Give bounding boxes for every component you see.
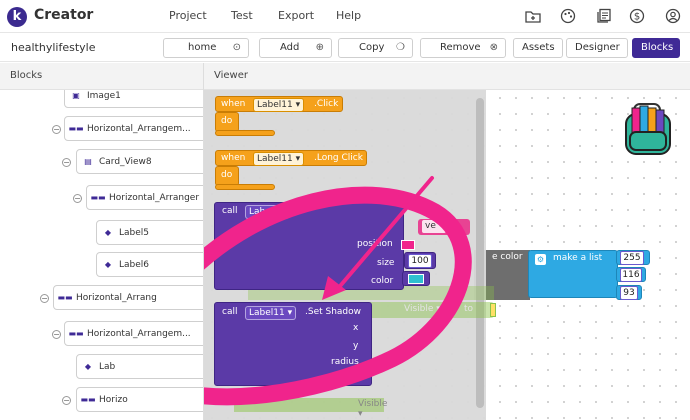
horizontal-arrangement-icon: ▬▬ [80,395,96,404]
copy-icon: ❍ [396,42,405,53]
menu-export[interactable]: Export [278,9,314,22]
blocks-workspace[interactable]: e color ⚙ make a list 255 116 93 Visible… [204,90,690,420]
svg-text:$: $ [634,12,640,23]
label-icon: ◆ [84,362,92,371]
screen-name: home [188,42,217,53]
image-icon: ▣ [72,91,80,100]
folder-plus-icon[interactable] [525,8,541,24]
label-icon: ◆ [104,260,112,269]
panel-header-bar [0,63,690,90]
tree-item-horizo[interactable]: ▬▬ Horizo [76,387,203,412]
tree-item-label5[interactable]: ◆ Label5 [96,220,203,245]
menu-project[interactable]: Project [169,9,207,22]
remove-circle-icon: ⊗ [489,42,498,53]
copy-screen-button[interactable]: Copy ❍ [338,38,413,58]
horizontal-arrangement-icon: ▬▬ [90,193,106,202]
horizontal-arrangement-icon: ▬▬ [68,329,84,338]
viewer-panel-title: Viewer [214,70,248,81]
add-screen-button[interactable]: Add ⊕ [259,38,332,58]
collapse-toggle[interactable]: − [62,158,71,167]
tree-item-label6[interactable]: ◆ Label6 [96,252,203,277]
collapse-toggle[interactable]: − [73,194,82,203]
component-tree: ▣ Image1 − ▬▬ Horizontal_Arrangem... − ▤ Ca… [0,90,203,420]
horizontal-arrangement-icon: ▬▬ [68,124,84,133]
app-logo[interactable]: k [7,7,27,27]
tab-assets[interactable]: Assets [513,38,563,58]
target-icon: ⊙ [232,42,241,53]
tree-item-horizontal-arranger[interactable]: ▬▬ Horizontal_Arranger [86,185,203,210]
tree-item-label[interactable]: ◆ Lab [76,354,203,379]
collapse-toggle[interactable]: − [62,396,71,405]
label-icon: ◆ [104,228,112,237]
project-name: healthylifestyle [11,41,96,54]
copy-label: Copy [359,42,385,53]
tree-item-horizontal-arrangement-2[interactable]: ▬▬ Horizontal_Arrangem... [64,321,203,346]
plus-circle-icon: ⊕ [315,42,324,53]
menu-test[interactable]: Test [231,9,253,22]
tree-item-image1[interactable]: ▣ Image1 [64,90,203,108]
app-name: Creator [34,7,94,23]
collapse-toggle[interactable]: − [52,330,61,339]
tree-item-horizontal-arrangement[interactable]: ▬▬ Horizontal_Arrangem... [64,116,203,141]
gallery-icon[interactable] [596,8,612,24]
tree-item-card-view8[interactable]: ▤ Card_View8 [76,149,203,174]
horizontal-arrangement-icon: ▬▬ [57,293,73,302]
palette-icon[interactable] [560,8,576,24]
screen-selector-button[interactable]: home ⊙ [163,38,249,58]
remove-label: Remove [440,42,481,53]
account-icon[interactable] [665,8,681,24]
menu-help[interactable]: Help [336,9,361,22]
remove-screen-button[interactable]: Remove ⊗ [420,38,506,58]
tree-item-horizontal-arrang[interactable]: ▬▬ Horizontal_Arrang [53,285,203,310]
tab-blocks[interactable]: Blocks [632,38,680,58]
blocks-panel-title: Blocks [10,70,43,81]
collapse-toggle[interactable]: − [40,294,49,303]
add-label: Add [280,42,300,53]
collapse-toggle[interactable]: − [52,125,61,134]
tab-designer[interactable]: Designer [566,38,628,58]
dollar-icon[interactable]: $ [629,8,645,24]
card-view-icon: ▤ [84,157,92,166]
annotation-overlay [204,176,472,406]
